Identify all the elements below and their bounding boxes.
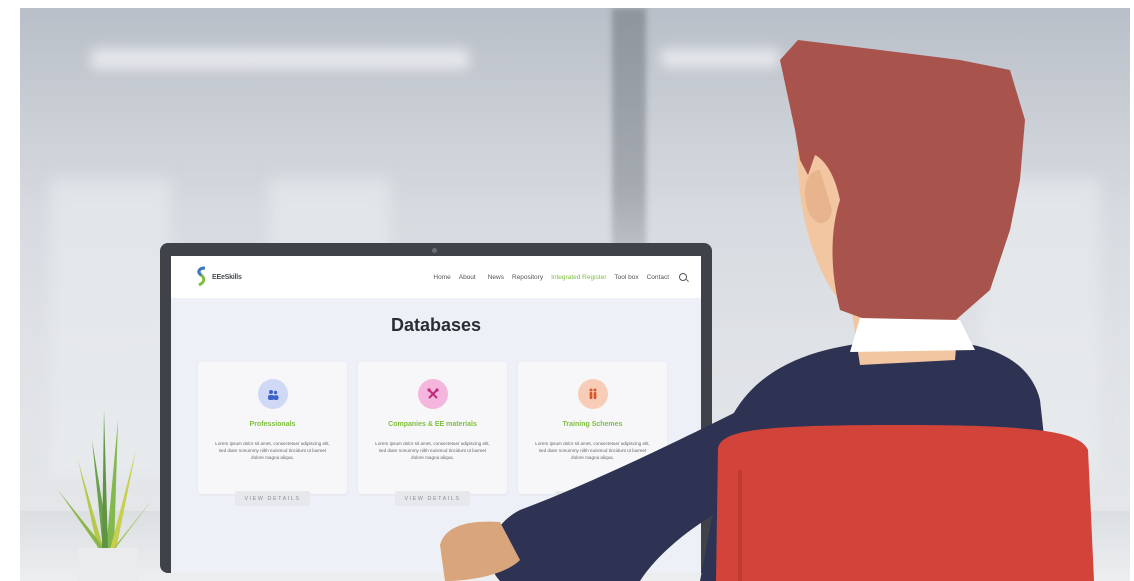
tools-icon: [417, 379, 448, 409]
card-text: Lorem ipsum dolor sit amet, consectetuer…: [215, 441, 330, 460]
main-nav: Home About News Repository Integrated Re…: [433, 273, 687, 281]
card-title: Training Schemes: [562, 421, 623, 428]
nav-repository[interactable]: Repository: [512, 274, 543, 281]
potted-plant: [58, 410, 152, 581]
trainees-icon: [577, 379, 608, 409]
blurred-ceiling-light: [660, 48, 780, 68]
webcam: [432, 248, 437, 253]
card-training-schemes: Training Schemes Lorem ipsum dolor sit a…: [518, 362, 667, 506]
blurred-window: [980, 178, 1100, 478]
nav-about[interactable]: About: [459, 274, 476, 281]
view-details-button[interactable]: VIEW DETAILS: [555, 491, 630, 506]
nav-tool-box[interactable]: Tool box: [614, 274, 638, 281]
computer-monitor: EEeSkills Home About News Repository Int…: [160, 243, 712, 573]
card-text: Lorem ipsum dolor sit amet, consectetuer…: [535, 441, 650, 460]
card-title: Professionals: [249, 421, 296, 428]
card-companies-ee-materials: Companies & EE materials Lorem ipsum dol…: [358, 362, 507, 506]
nav-home[interactable]: Home: [433, 274, 450, 281]
search-icon[interactable]: [679, 273, 687, 281]
nav-news[interactable]: News: [488, 274, 504, 281]
blurred-ceiling-light: [90, 48, 470, 70]
nav-integrated-register[interactable]: Integrated Register: [551, 274, 606, 281]
card-title: Companies & EE materials: [388, 421, 477, 428]
card-text: Lorem ipsum dolor sit amet, consectetuer…: [375, 441, 490, 460]
website-screen: EEeSkills Home About News Repository Int…: [171, 256, 701, 573]
people-icon: [257, 379, 288, 409]
wall-band: [20, 8, 1130, 208]
nav-contact[interactable]: Contact: [647, 274, 669, 281]
view-details-button[interactable]: VIEW DETAILS: [235, 491, 310, 506]
logo-text: EEeSkills: [212, 273, 242, 281]
site-header: EEeSkills Home About News Repository Int…: [171, 256, 701, 298]
database-cards: Professionals Lorem ipsum dolor sit amet…: [198, 362, 667, 506]
site-logo[interactable]: EEeSkills: [195, 266, 242, 288]
card-professionals: Professionals Lorem ipsum dolor sit amet…: [198, 362, 347, 506]
page-title: Databases: [390, 315, 482, 335]
view-details-button[interactable]: VIEW DETAILS: [395, 491, 470, 506]
logo-icon: [195, 266, 209, 288]
